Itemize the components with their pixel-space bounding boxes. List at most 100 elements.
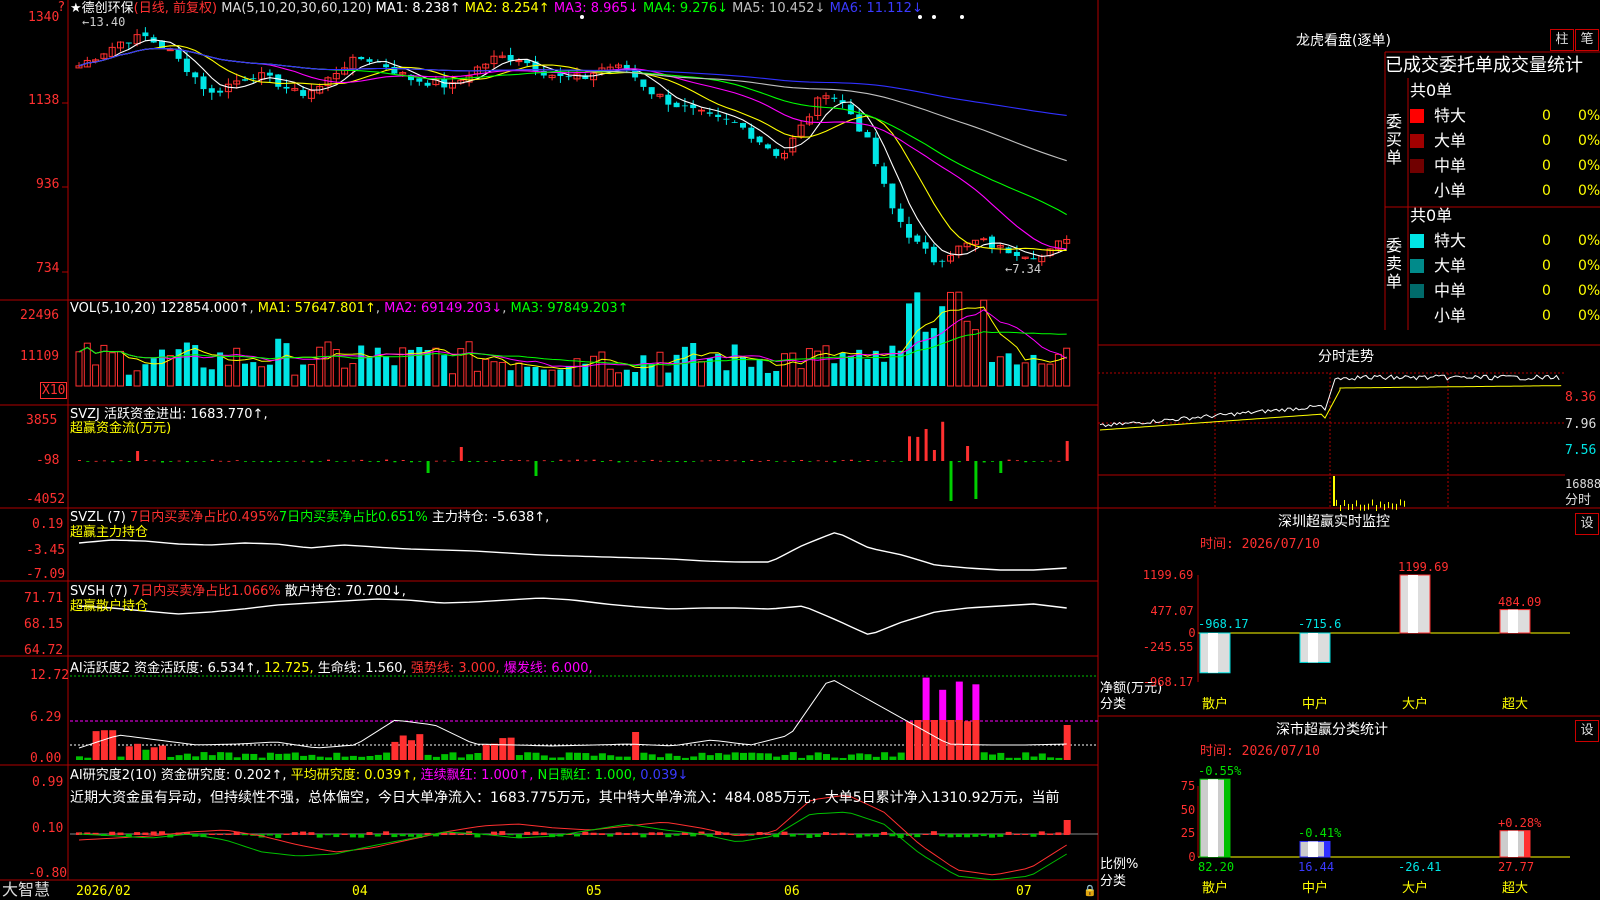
svsh-axis-3: 64.72: [24, 643, 64, 658]
candle-body-down: [142, 32, 149, 37]
volume-bar-up: [349, 363, 357, 387]
ai3-axis-1: 0.99: [32, 775, 64, 790]
monitor-category-label: 散户: [1202, 697, 1229, 712]
sz-monitor-row2: 分类: [1100, 697, 1127, 712]
monitor-category-label: 超大: [1502, 697, 1529, 712]
volume-bar-down: [366, 356, 373, 386]
class-change-label: -0.41%: [1298, 826, 1342, 841]
money-flow-bar: [360, 459, 364, 461]
volume-bar-up: [482, 358, 490, 387]
activity-bar: [997, 752, 1005, 760]
activity-bar: [764, 753, 772, 760]
research-bar: [947, 834, 954, 838]
candle-body-down: [756, 136, 763, 143]
activity-bar: [499, 738, 507, 760]
class-bar-edge: [1524, 830, 1530, 857]
volume-bar-down: [300, 364, 307, 386]
sell-row-v: 0: [1542, 258, 1551, 274]
money-flow-bar: [949, 461, 953, 501]
research-bar: [1013, 833, 1020, 835]
sz-class-time: 时间: 2026/07/10: [1200, 744, 1320, 759]
chart-mode[interactable]: (日线, 前复权): [134, 1, 217, 16]
candle-body-down: [565, 76, 572, 78]
bar-mode-button[interactable]: 柱: [1550, 29, 1574, 51]
buy-color-swatch: [1410, 159, 1424, 173]
research-bar: [582, 831, 589, 835]
svzl-label: SVZL (7): [70, 510, 126, 525]
monitor-axis-label: -245.55: [1142, 640, 1194, 654]
sz-monitor-settings-button[interactable]: 设: [1575, 513, 1599, 535]
research-bar: [590, 832, 597, 835]
stock-chart-canvas[interactable]: [0, 0, 1600, 900]
activity-bar: [623, 756, 631, 760]
volume-bar-down: [939, 306, 946, 386]
sell-row-v: 0: [1542, 283, 1551, 299]
activity-bar: [657, 757, 664, 760]
research-bar: [208, 833, 215, 835]
money-flow-bar: [368, 461, 372, 462]
volume-bar-down: [623, 369, 630, 386]
money-flow-bar: [86, 461, 90, 462]
price-axis-1: 1340: [28, 10, 60, 25]
volume-bar-down: [740, 357, 746, 386]
money-flow-bar: [874, 461, 878, 462]
candle-body-down: [706, 112, 713, 114]
volume-bar-down: [441, 355, 448, 386]
money-flow-bar: [542, 460, 546, 462]
money-flow-bar: [559, 459, 563, 461]
research-bar: [839, 832, 846, 835]
intraday-volume-bar: [1340, 504, 1341, 511]
research-bar: [291, 832, 298, 835]
research-bar: [217, 833, 224, 835]
research-bar: [1030, 834, 1037, 837]
sell-color-swatch: [1410, 284, 1424, 298]
volume-bar-up: [797, 368, 805, 387]
money-flow-bar: [1024, 461, 1028, 463]
money-flow-bar: [675, 461, 679, 463]
monitor-axis-label: 1199.69: [1142, 568, 1194, 582]
ma6-value: MA6: 11.112↓: [829, 1, 923, 16]
volume-bar-up: [1038, 363, 1046, 387]
candle-body-down: [208, 88, 215, 93]
ai3-axis-3: -0.80: [28, 866, 68, 881]
date-label-5: 07: [1016, 884, 1032, 899]
money-flow-bar: [509, 460, 513, 462]
money-flow-bar: [351, 460, 355, 462]
monitor-axis-label: 0: [1188, 626, 1196, 640]
class-value-label: -26.41: [1398, 860, 1442, 874]
activity-bar: [333, 752, 341, 760]
lock-icon[interactable]: 🔒: [1083, 883, 1097, 898]
money-flow-bar: [210, 459, 214, 461]
activity-bar: [457, 757, 465, 760]
vol-ma2: MA2: 69149.203↓: [384, 301, 503, 316]
vol-ma1: MA1: 57647.801↑: [257, 301, 376, 316]
volume-bar-up: [515, 362, 523, 387]
volume-bar-up: [822, 345, 830, 387]
activity-bar: [76, 756, 83, 760]
volume-bar-up: [291, 374, 299, 387]
intraday-volume-bar: [1364, 504, 1365, 511]
candle-body-down: [175, 49, 182, 59]
activity-bar: [540, 755, 548, 760]
ai2-axis-2: 6.29: [30, 710, 62, 725]
activity-bar: [325, 757, 332, 760]
volume-bar-up: [83, 342, 91, 387]
candle-body-down: [217, 90, 224, 93]
class-category-label: 散户: [1202, 881, 1229, 896]
volume-bar-up: [307, 364, 315, 387]
sz-class-settings-button[interactable]: 设: [1575, 720, 1599, 742]
sell-row-p: 0%: [1578, 233, 1600, 249]
activity-bar: [930, 720, 938, 760]
ai3-v3: 连续飘红: 1.000↑,: [420, 768, 534, 783]
candle-body-down: [922, 242, 929, 249]
money-flow-bar: [733, 460, 737, 462]
vol-unit-badge[interactable]: X10: [40, 382, 68, 399]
activity-bar: [964, 721, 972, 760]
money-flow-bar: [908, 436, 911, 461]
activity-bar: [159, 745, 166, 760]
svsh-red: 7日内买卖净占比1.066%: [131, 584, 281, 599]
stock-name[interactable]: ★德创环保: [70, 1, 134, 16]
tick-mode-button[interactable]: 笔: [1575, 29, 1599, 51]
money-flow-bar: [434, 460, 438, 462]
research-bar: [798, 834, 805, 836]
